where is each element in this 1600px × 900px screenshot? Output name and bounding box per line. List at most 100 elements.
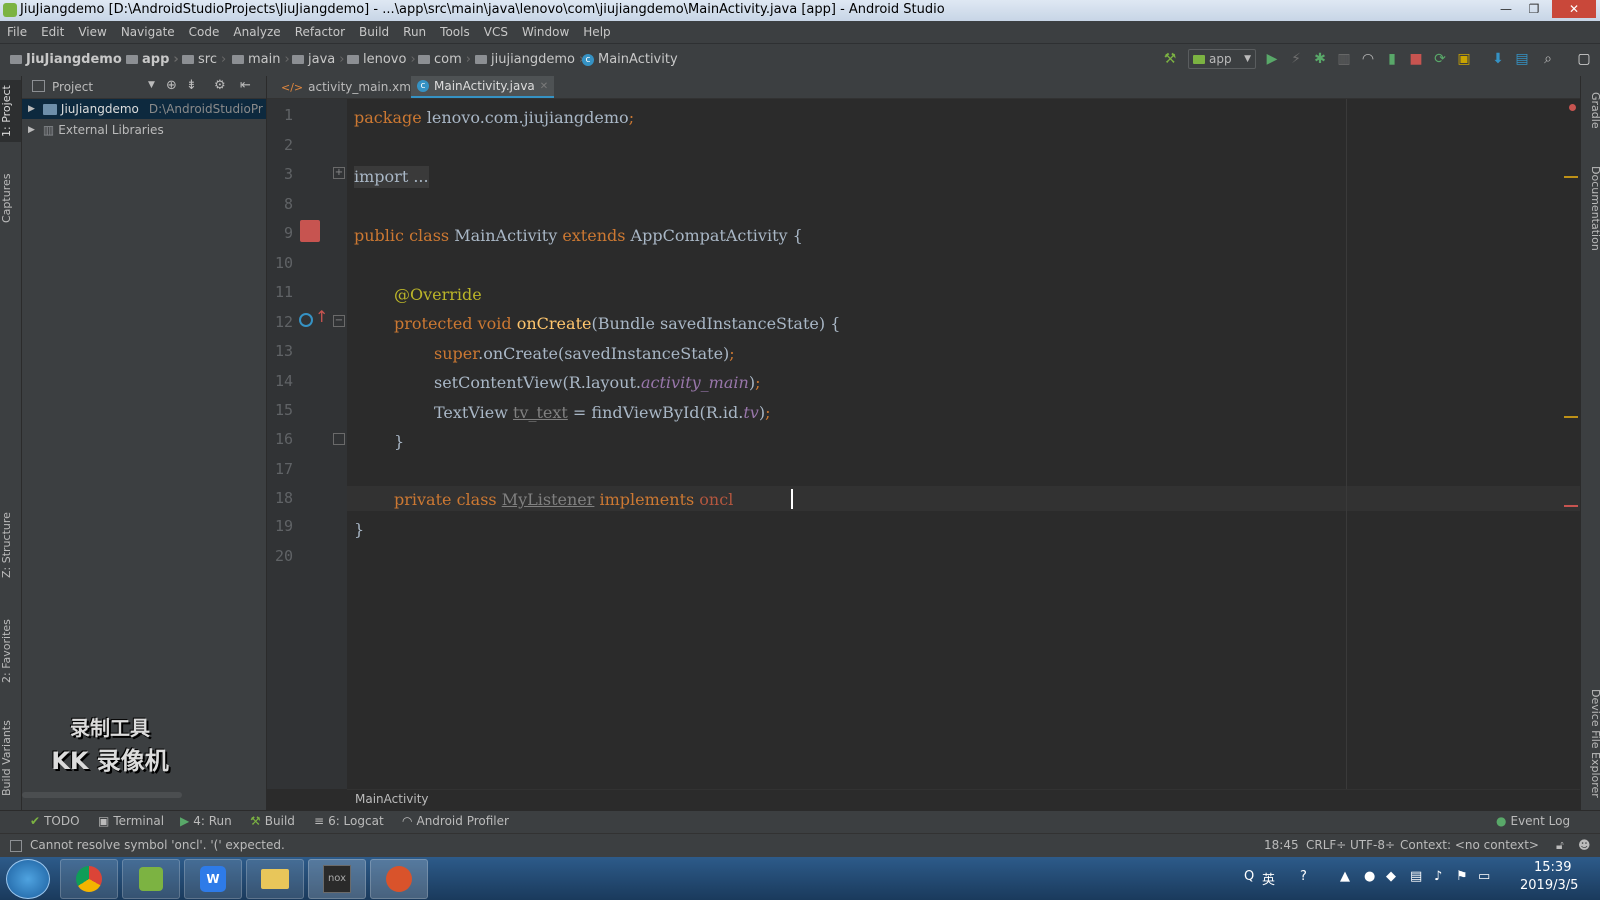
network-icon[interactable]: ▤ bbox=[1410, 869, 1422, 884]
ime-language[interactable]: 英 bbox=[1262, 869, 1275, 888]
taskbar-android-studio[interactable] bbox=[122, 859, 180, 899]
breadcrumb-com[interactable]: com › bbox=[418, 52, 471, 67]
taskbar-file-explorer[interactable] bbox=[246, 859, 304, 899]
expand-arrow-icon[interactable]: ▶ bbox=[28, 125, 35, 135]
tool-tab-device-file-explorer[interactable]: Device File Explorer bbox=[1581, 684, 1600, 802]
tool-window-terminal[interactable]: ▣ Terminal bbox=[98, 814, 164, 828]
tool-tab-project[interactable]: 1: Project bbox=[0, 80, 21, 142]
search-icon[interactable]: ⌕ bbox=[1540, 51, 1556, 67]
profile-icon[interactable]: ◠ bbox=[1360, 51, 1376, 67]
tool-tab-gradle[interactable]: Gradle bbox=[1581, 84, 1600, 136]
debug-icon[interactable]: ✱ bbox=[1312, 51, 1328, 67]
menu-edit[interactable]: Edit bbox=[34, 25, 71, 39]
stop-icon[interactable]: ■ bbox=[1408, 51, 1424, 67]
line-separator[interactable]: CRLF÷ bbox=[1306, 838, 1346, 852]
tool-window-run[interactable]: ▶ 4: Run bbox=[180, 814, 232, 828]
menu-build[interactable]: Build bbox=[352, 25, 396, 39]
collapse-all-icon[interactable]: ⇟ bbox=[186, 78, 197, 93]
warning-stripe-mark[interactable] bbox=[1564, 416, 1578, 418]
close-tab-icon[interactable]: ✕ bbox=[540, 81, 548, 92]
tool-tab-documentation[interactable]: Documentation bbox=[1581, 158, 1600, 258]
breadcrumb-lenovo[interactable]: lenovo › bbox=[347, 52, 416, 67]
context-info[interactable]: Context: <no context> bbox=[1400, 838, 1539, 852]
menu-window[interactable]: Window bbox=[515, 25, 576, 39]
tool-window-logcat[interactable]: ≡ 6: Logcat bbox=[314, 814, 384, 828]
tool-window-build[interactable]: ⚒ Build bbox=[250, 814, 295, 828]
menu-code[interactable]: Code bbox=[182, 25, 227, 39]
clock-time[interactable]: 15:39 bbox=[1534, 860, 1571, 875]
toggle-tool-windows-icon[interactable] bbox=[10, 840, 22, 852]
lock-icon[interactable]: 🔓︎ bbox=[1556, 838, 1564, 853]
tool-tab-captures[interactable]: Captures bbox=[0, 166, 21, 230]
hide-panel-icon[interactable]: ⇤ bbox=[240, 78, 251, 93]
attach-debugger-icon[interactable]: ▮ bbox=[1384, 51, 1400, 67]
tool-window-android-profiler[interactable]: ◠ Android Profiler bbox=[402, 814, 509, 828]
menu-tools[interactable]: Tools bbox=[433, 25, 477, 39]
fold-expand-icon[interactable]: + bbox=[333, 167, 345, 179]
layout-icon[interactable]: ▢ bbox=[1576, 51, 1592, 67]
clock-date[interactable]: 2019/3/5 bbox=[1520, 878, 1578, 893]
fold-end-icon[interactable] bbox=[333, 433, 345, 445]
tool-tab-build-variants[interactable]: Build Variants bbox=[0, 712, 21, 804]
taskbar-wps[interactable]: W bbox=[184, 859, 242, 899]
minimize-button[interactable]: — bbox=[1492, 0, 1520, 18]
menu-view[interactable]: View bbox=[71, 25, 113, 39]
tool-tab-structure[interactable]: Z: Structure bbox=[0, 506, 21, 584]
tab-activity-main-xml[interactable]: </> activity_main.xml ✕ bbox=[275, 76, 434, 98]
inspector-icon[interactable]: ☻︎ bbox=[1578, 838, 1591, 852]
code-line-3-folded[interactable]: import ... bbox=[354, 166, 429, 188]
maximize-button[interactable]: ❐ bbox=[1520, 0, 1548, 18]
volume-icon[interactable]: ♪ bbox=[1434, 869, 1442, 884]
tray-app-icon[interactable]: ● bbox=[1364, 869, 1375, 884]
sync-gradle-icon[interactable]: ⟳ bbox=[1432, 51, 1448, 67]
menu-help[interactable]: Help bbox=[576, 25, 617, 39]
menu-file[interactable]: File bbox=[0, 25, 34, 39]
start-button[interactable] bbox=[6, 859, 50, 899]
tool-window-event-log[interactable]: ● Event Log bbox=[1496, 814, 1570, 828]
coverage-icon[interactable]: ▥ bbox=[1336, 51, 1352, 67]
show-hidden-icons[interactable]: ▲ bbox=[1340, 869, 1350, 884]
breadcrumb-src[interactable]: src › bbox=[182, 52, 226, 67]
tray-app-icon[interactable]: ◆ bbox=[1386, 869, 1396, 884]
breadcrumb-project[interactable]: JiuJiangdemo› bbox=[10, 52, 131, 67]
error-indicator-icon[interactable] bbox=[1569, 104, 1576, 111]
taskbar-recorder[interactable] bbox=[370, 859, 428, 899]
tool-tab-favorites[interactable]: 2: Favorites bbox=[0, 612, 21, 690]
project-view-select[interactable]: Project bbox=[52, 80, 93, 94]
menu-vcs[interactable]: VCS bbox=[477, 25, 515, 39]
breadcrumb-mainactivity[interactable]: c MainActivity bbox=[582, 52, 678, 67]
error-stripe-mark[interactable] bbox=[1564, 505, 1578, 507]
breadcrumb-app[interactable]: app › bbox=[126, 52, 179, 67]
tool-window-todo[interactable]: ✔ TODO bbox=[30, 814, 80, 828]
breadcrumb-java[interactable]: java › bbox=[292, 52, 344, 67]
flag-icon[interactable]: ⚑ bbox=[1456, 869, 1468, 884]
override-method-icon[interactable] bbox=[299, 313, 313, 327]
taskbar-nox[interactable]: nox bbox=[308, 859, 366, 899]
ime-icon[interactable]: Q bbox=[1244, 869, 1254, 884]
editor-breadcrumb[interactable]: MainActivity bbox=[355, 792, 429, 806]
fold-collapse-icon[interactable]: − bbox=[333, 315, 345, 327]
taskbar-chrome[interactable] bbox=[60, 859, 118, 899]
project-structure-icon[interactable]: ▤ bbox=[1514, 51, 1530, 67]
tree-item-project-root[interactable]: ▶ JiuJiangdemo D:\AndroidStudioPr bbox=[22, 99, 266, 119]
avd-manager-icon[interactable]: ▣ bbox=[1456, 51, 1472, 67]
tab-mainactivity-java[interactable]: c MainActivity.java ✕ bbox=[411, 76, 555, 98]
breadcrumb-jiujiangdemo[interactable]: jiujiangdemo› bbox=[475, 52, 584, 67]
run-icon[interactable]: ▶ bbox=[1264, 51, 1280, 67]
dropdown-arrow-icon[interactable]: ▼ bbox=[148, 80, 155, 90]
file-encoding[interactable]: UTF-8÷ bbox=[1350, 838, 1395, 852]
menu-analyze[interactable]: Analyze bbox=[226, 25, 287, 39]
run-configuration-select[interactable]: app ▼ bbox=[1188, 49, 1256, 69]
menu-navigate[interactable]: Navigate bbox=[114, 25, 182, 39]
code-editor[interactable] bbox=[347, 99, 1580, 789]
tree-item-external-libraries[interactable]: ▶ ▥ External Libraries bbox=[22, 120, 266, 140]
sdk-manager-icon[interactable]: ⬇ bbox=[1490, 51, 1506, 67]
locate-icon[interactable]: ⊕ bbox=[166, 78, 177, 93]
menu-refactor[interactable]: Refactor bbox=[288, 25, 352, 39]
display-icon[interactable]: ▭ bbox=[1478, 869, 1490, 884]
horizontal-scrollbar[interactable] bbox=[22, 792, 182, 798]
layout-preview-icon[interactable] bbox=[300, 220, 320, 242]
warning-stripe-mark[interactable] bbox=[1564, 176, 1578, 178]
gear-icon[interactable]: ⚙ bbox=[214, 78, 226, 93]
breadcrumb-main[interactable]: main › bbox=[232, 52, 290, 67]
